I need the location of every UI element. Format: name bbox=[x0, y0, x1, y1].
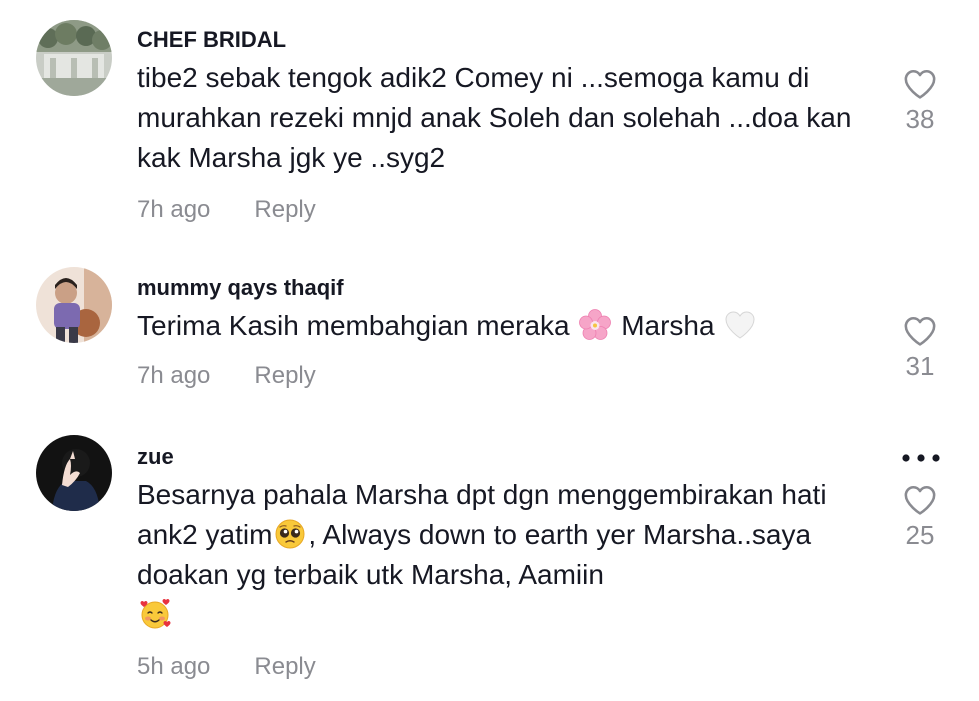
comment-text: Besarnya pahala Marsha dpt dgn menggembi… bbox=[137, 475, 877, 635]
reply-button[interactable]: Reply bbox=[254, 653, 315, 680]
comment-meta: 5h ago Reply bbox=[137, 653, 316, 681]
like-count: 25 bbox=[905, 520, 935, 550]
more-options-icon[interactable] bbox=[900, 452, 942, 464]
like-button[interactable]: 25 bbox=[896, 484, 944, 551]
hijab-silhouette-avatar-icon bbox=[36, 435, 112, 511]
smiling-face-with-hearts-emoji-icon bbox=[140, 599, 171, 629]
comment-timestamp: 5h ago bbox=[137, 653, 211, 680]
pleading-face-emoji-icon bbox=[275, 519, 305, 549]
heart-outline-icon bbox=[904, 485, 936, 515]
avatar[interactable] bbox=[36, 435, 112, 511]
comment-item: zue Besarnya pahala Marsha dpt dgn mengg… bbox=[0, 0, 979, 701]
comment-username[interactable]: zue bbox=[137, 444, 174, 470]
